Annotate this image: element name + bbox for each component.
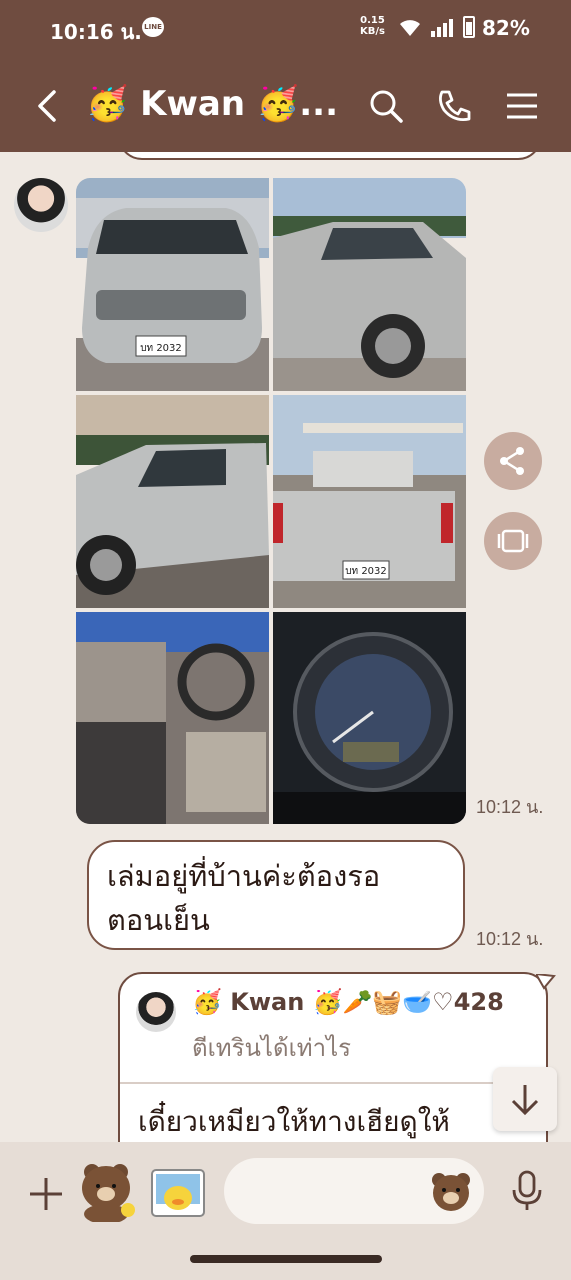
- net-speed-unit: KB/s: [360, 26, 385, 37]
- mic-icon[interactable]: [508, 1170, 546, 1212]
- chevron-left-icon[interactable]: [30, 86, 66, 126]
- sticker-brown-icon[interactable]: [76, 1158, 140, 1222]
- top-bar: 10:16 น. LINE 0.15 KB/s 82% 🥳 Kwan 🥳...: [0, 0, 571, 152]
- text-timestamp: 10:12 น.: [476, 929, 544, 949]
- battery-percent: 82%: [482, 16, 530, 40]
- home-indicator[interactable]: [190, 1255, 382, 1263]
- reply-message-bubble[interactable]: 🥳 Kwan 🥳🥕🧺🥣♡428 ตีเทรินได้เท่าไร เดี๋ยวเ…: [118, 972, 548, 1142]
- chat-header: 🥳 Kwan 🥳...: [0, 64, 571, 148]
- message-line: เล่มอยู่ที่บ้านค่ะต้องรอ: [107, 859, 381, 893]
- menu-icon[interactable]: [502, 86, 542, 126]
- chat-title[interactable]: 🥳 Kwan 🥳...: [86, 84, 338, 124]
- photo-side-left[interactable]: [76, 395, 269, 608]
- scroll-down-button[interactable]: [493, 1067, 557, 1131]
- bubble-tail: [536, 974, 556, 990]
- album-icon: [497, 529, 529, 553]
- line-notification-icon: LINE: [142, 17, 164, 37]
- sticker-sally-icon[interactable]: [150, 1168, 206, 1218]
- share-icon: [500, 447, 524, 475]
- net-speed-value: 0.15: [360, 15, 385, 26]
- input-bar: [0, 1142, 571, 1280]
- photo-dashboard[interactable]: [273, 612, 466, 824]
- photo-side-right[interactable]: [273, 178, 466, 391]
- photo-interior[interactable]: [76, 612, 269, 824]
- message-line: ตอนเย็น: [107, 903, 210, 937]
- photo-timestamp: 10:12 น.: [476, 797, 544, 817]
- arrow-down-icon: [511, 1085, 539, 1116]
- photo-rear[interactable]: บท 2032: [273, 395, 466, 608]
- signal-icon: [431, 19, 453, 37]
- photo-album[interactable]: บท 2032 บท 2032: [76, 178, 466, 824]
- reply-divider: [120, 1082, 546, 1084]
- quoted-avatar: [136, 992, 176, 1032]
- network-speed: 0.15 KB/s: [360, 15, 385, 37]
- share-button[interactable]: [484, 432, 542, 490]
- chat-area[interactable]: บท 2032 บท 2032 10:12 น. เล่มอยู่ที่บ้าน…: [0, 152, 571, 1142]
- plate-text: บท 2032: [345, 566, 387, 577]
- sender-avatar[interactable]: [14, 178, 68, 232]
- quoted-text: ตีเทรินได้เท่าไร: [192, 1034, 352, 1062]
- text-message-bubble[interactable]: เล่มอยู่ที่บ้านค่ะต้องรอ ตอนเย็น: [87, 840, 465, 950]
- sticker-button-icon[interactable]: [428, 1168, 474, 1214]
- plus-icon[interactable]: [26, 1174, 66, 1214]
- message-input[interactable]: [224, 1158, 484, 1224]
- search-icon[interactable]: [366, 86, 406, 126]
- quoted-sender-name: 🥳 Kwan 🥳🥕🧺🥣♡428: [192, 988, 504, 1016]
- wifi-icon: [400, 20, 420, 36]
- save-album-button[interactable]: [484, 512, 542, 570]
- photo-front[interactable]: บท 2032: [76, 178, 269, 391]
- phone-icon[interactable]: [434, 86, 474, 126]
- reply-body: เดี๋ยวเหมียวให้ทางเฮียดูให้: [138, 1105, 450, 1138]
- plate-text: บท 2032: [140, 343, 182, 354]
- status-bar: 10:16 น. LINE 0.15 KB/s 82%: [0, 0, 571, 58]
- status-time: 10:16 น.: [50, 20, 142, 44]
- battery-icon: [463, 16, 475, 38]
- previous-message-bubble[interactable]: [118, 152, 542, 160]
